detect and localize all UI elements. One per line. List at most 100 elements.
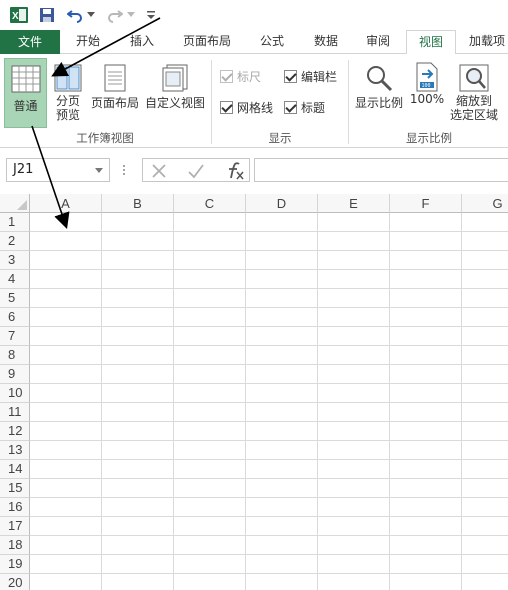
formula-bar-checkbox[interactable]: 编辑栏 [284, 68, 337, 85]
zoom-selection-label-2: 选定区域 [449, 108, 498, 122]
tab-insert[interactable]: 插入 [120, 30, 164, 54]
redo-icon[interactable] [106, 6, 124, 24]
gridlines-checkbox[interactable]: 网格线 [220, 99, 273, 116]
column-header-g[interactable]: G [462, 194, 508, 213]
row-header-1[interactable]: 1 [0, 213, 30, 232]
zoom-button[interactable]: 显示比例 [352, 58, 406, 111]
row-header-2[interactable]: 2 [0, 232, 30, 251]
column-header-b[interactable]: B [102, 194, 174, 213]
undo-icon[interactable] [66, 6, 84, 24]
ruler-label: 标尺 [237, 70, 262, 84]
page-break-preview-icon [54, 64, 82, 92]
row-header-19[interactable]: 19 [0, 555, 30, 574]
checkbox-mark [220, 70, 233, 83]
checkbox-mark [284, 70, 297, 83]
row-header-4[interactable]: 4 [0, 270, 30, 289]
zoom-to-selection-button[interactable]: 缩放到 选定区域 [448, 58, 500, 122]
gridlines-label: 网格线 [237, 101, 274, 115]
row-header-3[interactable]: 3 [0, 251, 30, 270]
page-layout-view-button[interactable]: 页面布局 [88, 58, 142, 111]
save-icon[interactable] [38, 6, 56, 24]
ribbon-view: 普通 分页 预览 页面布局 自定义视图 工作簿视图 标尺 编辑栏 网格线 标题 … [0, 54, 508, 148]
headings-label: 标题 [301, 101, 326, 115]
excel-logo-icon: X [10, 6, 28, 24]
column-header-f[interactable]: F [390, 194, 462, 213]
row-header-17[interactable]: 17 [0, 517, 30, 536]
grip-icon[interactable] [122, 164, 126, 176]
redo-dropdown-icon[interactable] [126, 6, 136, 24]
group-label-workbook-views: 工作簿视图 [76, 131, 134, 145]
formula-bar: J21 [0, 148, 508, 194]
row-header-6[interactable]: 6 [0, 308, 30, 327]
group-separator [348, 60, 349, 144]
row-header-20[interactable]: 20 [0, 574, 30, 590]
ruler-checkbox[interactable]: 标尺 [220, 68, 261, 85]
tab-home[interactable]: 开始 [66, 30, 110, 54]
formula-input[interactable] [254, 158, 508, 182]
page-break-label-2: 预览 [55, 108, 80, 122]
zoom-100-label: 100% [409, 92, 445, 106]
ribbon-tabs: 文件 开始 插入 页面布局 公式 数据 审阅 视图 加载项 [0, 30, 508, 55]
page-layout-icon [104, 64, 126, 92]
checkbox-mark [220, 101, 233, 114]
column-header-c[interactable]: C [174, 194, 246, 213]
tab-page-layout[interactable]: 页面布局 [174, 30, 240, 54]
row-header-9[interactable]: 9 [0, 365, 30, 384]
undo-dropdown-icon[interactable] [86, 6, 96, 24]
column-header-a[interactable]: A [30, 194, 102, 213]
custom-views-icon [162, 64, 188, 92]
worksheet-grid[interactable]: A B C D E F G 1 2 3 4 5 6 7 8 9 10 11 12 13 14 15 16 17 18 19 20 [0, 194, 508, 590]
group-label-show: 显示 [268, 131, 292, 145]
row-header-5[interactable]: 5 [0, 289, 30, 308]
column-header-d[interactable]: D [246, 194, 318, 213]
enter-icon[interactable] [187, 163, 205, 179]
formula-buttons [142, 158, 250, 182]
normal-view-icon [11, 65, 40, 93]
page-break-preview-button[interactable]: 分页 预览 [50, 58, 86, 122]
svg-text:X: X [12, 11, 19, 22]
tab-view[interactable]: 视图 [406, 30, 456, 55]
row-header-16[interactable]: 16 [0, 498, 30, 517]
name-box[interactable]: J21 [6, 158, 110, 182]
zoom-selection-label-1: 缩放到 [455, 94, 492, 108]
zoom-100-button[interactable]: 100 100% [408, 58, 446, 106]
custom-views-button[interactable]: 自定义视图 [142, 58, 208, 111]
checkbox-mark [284, 101, 297, 114]
tab-formulas[interactable]: 公式 [250, 30, 294, 54]
row-header-8[interactable]: 8 [0, 346, 30, 365]
row-header-12[interactable]: 12 [0, 422, 30, 441]
custom-views-label: 自定义视图 [144, 96, 205, 110]
formula-bar-label: 编辑栏 [301, 70, 338, 84]
customize-qat-icon[interactable] [146, 6, 156, 24]
tab-file[interactable]: 文件 [0, 30, 60, 54]
zoom-label: 显示比例 [354, 96, 403, 110]
row-header-15[interactable]: 15 [0, 479, 30, 498]
row-header-14[interactable]: 14 [0, 460, 30, 479]
page-break-label-1: 分页 [55, 94, 80, 108]
page-layout-label: 页面布局 [90, 96, 139, 110]
magnifier-icon [367, 66, 393, 92]
row-header-18[interactable]: 18 [0, 536, 30, 555]
quick-access-toolbar: X [0, 0, 508, 30]
zoom-100-icon-text: 100 [422, 83, 431, 89]
tab-data[interactable]: 数据 [304, 30, 348, 54]
zoom-selection-icon [459, 64, 489, 92]
cell-gridlines [29, 213, 508, 590]
excel-window: X 文件 开始 插入 页面布局 公式 数据 审阅 视图 加载项 普通 分页 预览… [0, 0, 508, 590]
tab-review[interactable]: 审阅 [356, 30, 400, 54]
row-header-10[interactable]: 10 [0, 384, 30, 403]
zoom-100-icon: 100 [416, 62, 438, 92]
normal-view-button[interactable]: 普通 [4, 58, 47, 128]
column-header-e[interactable]: E [318, 194, 390, 213]
row-header-11[interactable]: 11 [0, 403, 30, 422]
chevron-down-icon[interactable] [95, 168, 103, 173]
headings-checkbox[interactable]: 标题 [284, 99, 325, 116]
cancel-icon[interactable] [151, 163, 167, 179]
insert-function-icon[interactable] [223, 161, 245, 181]
row-header-13[interactable]: 13 [0, 441, 30, 460]
normal-view-label: 普通 [13, 99, 38, 113]
group-label-zoom: 显示比例 [406, 131, 452, 145]
tab-addins[interactable]: 加载项 [462, 30, 508, 54]
row-header-7[interactable]: 7 [0, 327, 30, 346]
name-box-value: J21 [13, 162, 34, 177]
